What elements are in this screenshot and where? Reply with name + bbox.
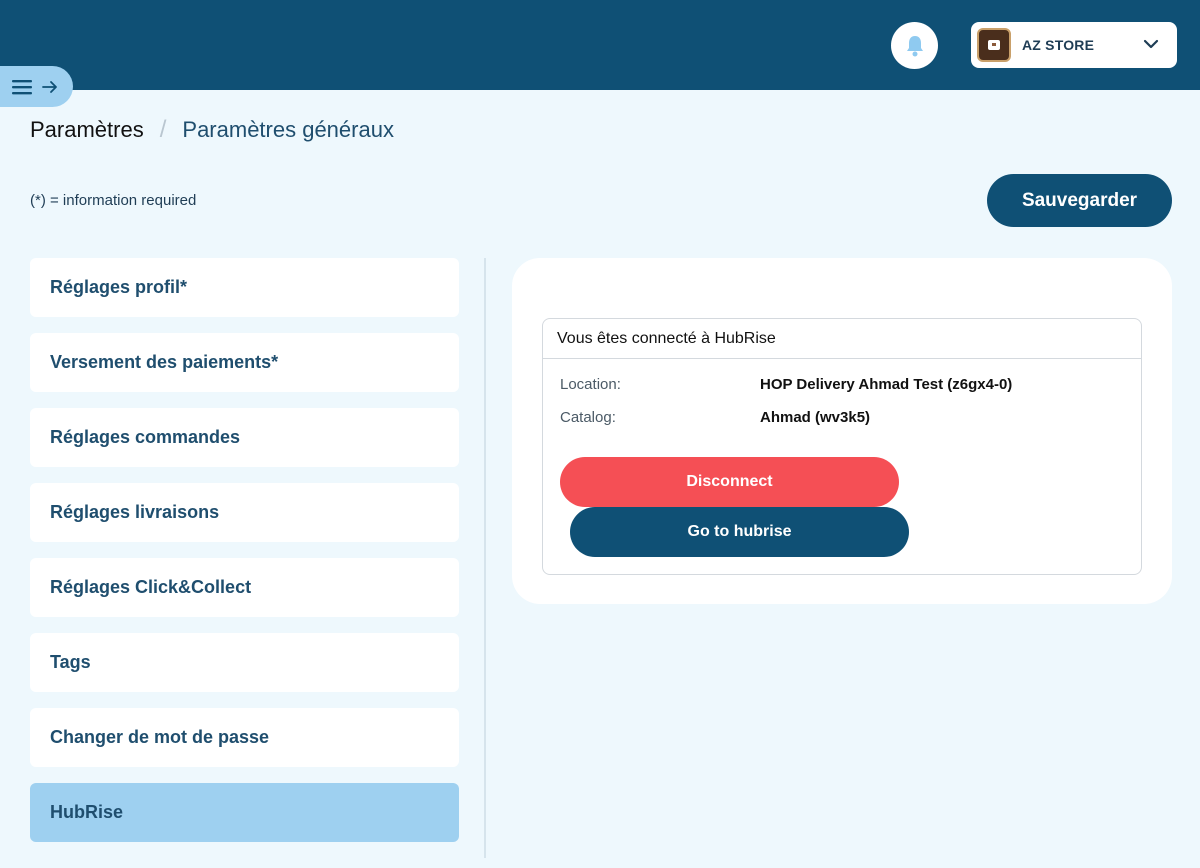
save-button[interactable]: Sauvegarder xyxy=(987,174,1172,227)
settings-menu-item-label: Tags xyxy=(50,652,91,672)
settings-menu-item-label: Réglages livraisons xyxy=(50,502,220,522)
settings-menu-item-payments[interactable]: Versement des paiements* xyxy=(30,333,459,392)
location-label: Location: xyxy=(560,376,621,393)
catalog-label: Catalog: xyxy=(560,409,616,426)
bell-icon xyxy=(906,35,923,56)
vertical-divider xyxy=(484,258,486,858)
settings-menu-item-label: Changer de mot de passe xyxy=(50,727,270,747)
store-name: AZ STORE xyxy=(1022,37,1095,53)
breadcrumb-current: Paramètres généraux xyxy=(182,117,394,142)
top-bar: AZ STORE xyxy=(0,0,1200,90)
settings-menu-item-label: Réglages commandes xyxy=(50,427,241,447)
catalog-row: Catalog: Ahmad (wv3k5) xyxy=(560,409,870,426)
settings-menu-item-orders[interactable]: Réglages commandes xyxy=(30,408,459,467)
settings-menu-item-label: Réglages Click&Collect xyxy=(50,577,252,597)
chevron-down-icon xyxy=(1143,39,1159,49)
card-title: Vous êtes connecté à HubRise xyxy=(543,319,1141,359)
catalog-value: Ahmad (wv3k5) xyxy=(760,409,871,426)
required-info-note: (*) = information required xyxy=(30,192,197,209)
settings-menu-item-tags[interactable]: Tags xyxy=(30,633,459,692)
store-selector[interactable]: AZ STORE xyxy=(971,22,1177,68)
breadcrumb: Paramètres / Paramètres généraux xyxy=(30,116,394,144)
arrow-right-icon xyxy=(42,80,57,93)
store-avatar xyxy=(977,28,1011,62)
settings-menu-item-profile[interactable]: Réglages profil* xyxy=(30,258,459,317)
sidebar-toggle-button[interactable] xyxy=(0,66,73,107)
hubrise-panel: Vous êtes connecté à HubRise Location: H… xyxy=(512,258,1172,604)
hamburger-icon xyxy=(12,79,32,94)
settings-menu-item-label: HubRise xyxy=(50,802,124,822)
settings-menu-item-label: Réglages profil* xyxy=(50,277,188,297)
settings-menu-item-click-collect[interactable]: Réglages Click&Collect xyxy=(30,558,459,617)
settings-menu-item-deliveries[interactable]: Réglages livraisons xyxy=(30,483,459,542)
settings-menu: Réglages profil* Versement des paiements… xyxy=(30,258,459,858)
settings-menu-item-password[interactable]: Changer de mot de passe xyxy=(30,708,459,767)
settings-menu-item-label: Versement des paiements* xyxy=(50,352,279,372)
settings-menu-item-hubrise[interactable]: HubRise xyxy=(30,783,459,842)
notifications-button[interactable] xyxy=(891,22,938,69)
location-row: Location: HOP Delivery Ahmad Test (z6gx4… xyxy=(560,376,1012,393)
go-to-hubrise-button[interactable]: Go to hubrise xyxy=(570,507,909,557)
hubrise-connection-card: Vous êtes connecté à HubRise Location: H… xyxy=(542,318,1142,575)
breadcrumb-root[interactable]: Paramètres xyxy=(30,117,144,143)
location-value: HOP Delivery Ahmad Test (z6gx4-0) xyxy=(760,376,1013,393)
breadcrumb-separator: / xyxy=(159,116,167,143)
disconnect-button[interactable]: Disconnect xyxy=(560,457,899,507)
